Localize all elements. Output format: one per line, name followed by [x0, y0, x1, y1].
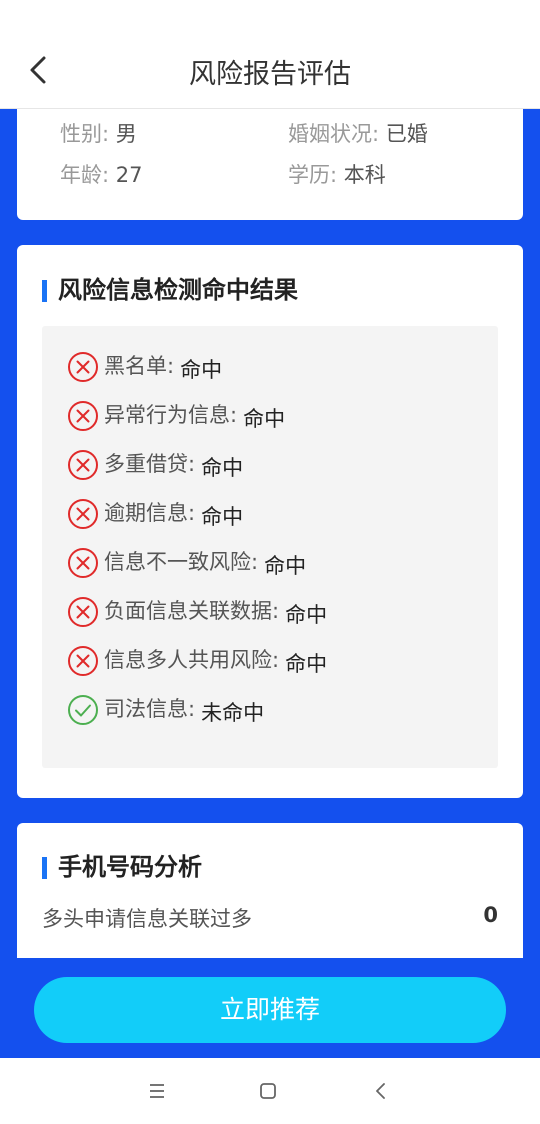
- system-nav-bar: [0, 1058, 540, 1124]
- risk-item: 多重借贷: 命中: [67, 449, 243, 483]
- risk-section-title: 风险信息检测命中结果: [42, 275, 298, 305]
- phone-row-value: 0: [483, 903, 498, 927]
- risk-item: 逾期信息: 命中: [67, 498, 243, 532]
- recommend-button[interactable]: 立即推荐: [34, 977, 506, 1043]
- risk-item-value: 命中: [285, 652, 328, 676]
- risk-item-label: 异常行为信息:: [104, 403, 238, 427]
- marital-value: 已婚: [385, 122, 428, 146]
- age-info: 年龄: 27: [60, 159, 143, 189]
- risk-item: 异常行为信息: 命中: [67, 400, 285, 434]
- marital-label: 婚姻状况:: [288, 122, 380, 146]
- check-circle-icon: [68, 695, 98, 725]
- cross-circle-icon: [68, 450, 98, 480]
- risk-item-label: 负面信息关联数据:: [104, 599, 280, 623]
- risk-item: 信息不一致风险: 命中: [67, 547, 306, 581]
- risk-item-label: 信息不一致风险:: [104, 550, 259, 574]
- risk-list: 黑名单: 命中 异常行为信息: 命中 多重借贷: 命中 逾期信息: 命中 信息不: [42, 326, 498, 768]
- home-icon[interactable]: [253, 1076, 283, 1106]
- menu-icon[interactable]: [142, 1076, 172, 1106]
- risk-item-value: 命中: [243, 407, 286, 431]
- cross-circle-icon: [68, 548, 98, 578]
- content-scroll-area[interactable]: 性别: 男 婚姻状况: 已婚 年龄: 27 学历: 本科 风险信息检测命中结果 …: [0, 108, 540, 958]
- cross-circle-icon: [68, 352, 98, 382]
- risk-item-label: 逾期信息:: [104, 501, 196, 525]
- risk-item-value: 命中: [285, 603, 328, 627]
- gender-value: 男: [115, 122, 137, 146]
- profile-card: 性别: 男 婚姻状况: 已婚 年龄: 27 学历: 本科: [17, 108, 523, 220]
- risk-item: 负面信息关联数据: 命中: [67, 596, 327, 630]
- page-title: 风险报告评估: [189, 59, 351, 90]
- risk-item: 黑名单: 命中: [67, 351, 222, 385]
- marital-info: 婚姻状况: 已婚: [288, 118, 428, 148]
- risk-item-label: 信息多人共用风险:: [104, 648, 280, 672]
- risk-item-value: 未命中: [201, 701, 265, 725]
- risk-result-card: 风险信息检测命中结果 黑名单: 命中 异常行为信息: 命中 多重借贷: 命中 逾…: [17, 245, 523, 798]
- risk-item-label: 黑名单:: [104, 354, 175, 378]
- risk-item-value: 命中: [264, 554, 307, 578]
- phone-row-label: 多头申请信息关联过多: [42, 907, 252, 931]
- risk-item-value: 命中: [180, 358, 223, 382]
- cross-circle-icon: [68, 499, 98, 529]
- cross-circle-icon: [68, 401, 98, 431]
- risk-item: 司法信息: 未命中: [67, 694, 264, 728]
- age-label: 年龄:: [60, 163, 110, 187]
- risk-item-label: 多重借贷:: [104, 452, 196, 476]
- education-info: 学历: 本科: [288, 159, 386, 189]
- education-value: 本科: [343, 163, 386, 187]
- app-header: 风险报告评估: [0, 0, 540, 109]
- phone-section-title: 手机号码分析: [42, 852, 202, 882]
- gender-label: 性别:: [60, 122, 110, 146]
- footer-bar: 立即推荐: [0, 958, 540, 1058]
- gender-info: 性别: 男: [60, 118, 137, 148]
- risk-item: 信息多人共用风险: 命中: [67, 645, 327, 679]
- risk-item-label: 司法信息:: [104, 697, 196, 721]
- cross-circle-icon: [68, 646, 98, 676]
- cross-circle-icon: [68, 597, 98, 627]
- risk-item-value: 命中: [201, 505, 244, 529]
- education-label: 学历:: [288, 163, 338, 187]
- back-icon[interactable]: [366, 1076, 396, 1106]
- age-value: 27: [115, 163, 143, 187]
- phone-analysis-card: 手机号码分析 多头申请信息关联过多 0: [17, 823, 523, 958]
- risk-item-value: 命中: [201, 456, 244, 480]
